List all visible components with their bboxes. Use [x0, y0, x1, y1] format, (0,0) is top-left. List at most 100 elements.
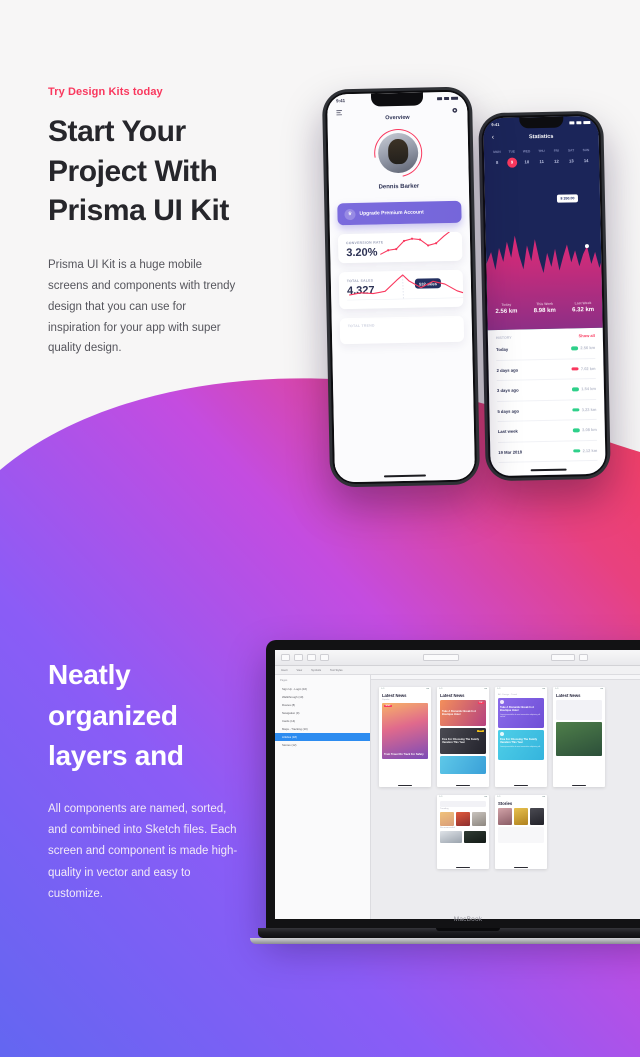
day-number: 10 — [524, 159, 530, 165]
layer-item[interactable]: Routes (8) — [275, 701, 370, 709]
phone2-screen: 9:41 ‹ Statistics MON 8 TUE 9 WED 10 THU 11 FRI 1… — [483, 115, 606, 477]
layer-item[interactable]: Navigation (9) — [275, 709, 370, 717]
total-sales-card[interactable]: TOTAL SALES 4.327 532 sales — [338, 269, 464, 310]
history-label: HISTORY — [495, 335, 512, 340]
artboard-comment-card — [498, 827, 544, 843]
trend-up-icon — [572, 428, 580, 432]
sketch-canvas[interactable]: 9:41 ▰▰ Latest News Popular NEWS Train Tr… — [371, 675, 640, 919]
phone1-status-icons — [437, 96, 459, 101]
history-row[interactable]: Today 2.56 km — [495, 337, 596, 361]
artboard-search-field — [440, 801, 486, 807]
artboard[interactable]: 9:41 ▰▰ Latest News TOP Take A Romantic B… — [437, 687, 489, 787]
thumbnail — [455, 812, 471, 826]
history-row-value: 2.56 km — [580, 345, 596, 351]
battery-icon — [451, 96, 459, 100]
layer-item[interactable]: Walkthrough (10) — [275, 693, 370, 701]
layers-panel[interactable]: Pages Sign Up - Login (16) Walkthrough (1… — [275, 675, 371, 919]
day-name: WED — [522, 149, 531, 154]
summary-stat-value: 8.98 km — [533, 307, 556, 315]
history-rows: Today 2.56 km 2 days ago 7.02 km 3 days ago 1… — [495, 337, 598, 464]
artboard-headline: Take A Romantic Break In A Boutique Hote… — [442, 710, 477, 717]
summary-stat: This Week 8.98 km — [534, 302, 556, 314]
artboard-thumb-row — [498, 808, 544, 825]
artboard-status-bar: 9:41 ▰▰ — [439, 796, 487, 798]
phone-mockup-overview: 9:41 Overview Dennis Barker ♛ Upgrade Pr… — [321, 86, 481, 488]
history-row-value-group: 7.02 km — [571, 366, 596, 372]
toolbar-button[interactable] — [320, 654, 329, 661]
sketch-menu-row[interactable]: Insert View Symbols Text Styles — [275, 666, 640, 675]
history-row[interactable]: Last week 3.08 km — [497, 419, 598, 443]
day-name: SAT — [567, 148, 575, 153]
history-row-value: 3.08 km — [582, 427, 597, 433]
toolbar-button[interactable] — [307, 654, 316, 661]
history-row[interactable]: 3 days ago 1.54 km — [496, 378, 597, 402]
menu-item-symbols[interactable]: Symbols — [311, 669, 321, 672]
toolbar-search-field[interactable] — [423, 654, 459, 661]
chart-tooltip: 8 350.00 — [556, 194, 579, 203]
layer-item[interactable]: Stories (12) — [275, 741, 370, 749]
day-selector-item[interactable]: TUE 9 — [506, 150, 518, 168]
wifi-icon — [444, 96, 450, 101]
thumbnail — [440, 831, 463, 843]
phone1-status-time: 9:41 — [336, 98, 346, 104]
menu-item-insert[interactable]: Insert — [281, 669, 288, 672]
toolbar-button[interactable] — [281, 654, 290, 661]
artboard-title: Stories — [498, 801, 513, 806]
artboard[interactable]: 9:41▰▰ Stories Stories #3 — [495, 795, 547, 869]
trend-card-label: TOTAL TREND — [347, 323, 375, 329]
artboard[interactable]: 9:41 ▰▰ Latest News Popular NEWS Train Tr… — [379, 687, 431, 787]
day-selector-item[interactable]: SUN 14 — [580, 148, 592, 166]
toolbar-button[interactable] — [294, 654, 303, 661]
history-row-date: 19 Mar 2018 — [498, 449, 523, 455]
history-row-value-group: 1.54 km — [571, 386, 596, 392]
show-all-link[interactable]: Show all — [579, 333, 595, 338]
laptop-lid: Insert View Symbols Text Styles Pages Si… — [266, 640, 640, 932]
artboard[interactable]: 9:41 ▰▰ All · Design · Travel Take A Roma… — [495, 687, 547, 787]
menu-item-view[interactable]: View — [297, 669, 303, 672]
layer-item[interactable]: Cards (14) — [275, 717, 370, 725]
history-row[interactable]: 19 Mar 2018 2.12 km — [498, 440, 598, 464]
history-row[interactable]: 5 days ago 3.23 km — [497, 399, 597, 423]
upgrade-premium-button[interactable]: ♛ Upgrade Premium Account — [337, 200, 462, 226]
signal-icon — [437, 97, 443, 101]
artboard-home-indicator — [456, 867, 470, 868]
day-selector-item[interactable]: SAT 13 — [565, 148, 577, 166]
day-selector-item[interactable]: THU 11 — [535, 149, 547, 167]
day-selector-item[interactable]: WED 10 — [521, 149, 533, 167]
toolbar-button[interactable] — [579, 654, 588, 661]
history-row[interactable]: 2 days ago 7.02 km — [496, 358, 596, 382]
thumbnail — [471, 812, 486, 826]
layer-item[interactable]: Articles (18) — [275, 733, 370, 741]
layer-item[interactable]: Sign Up - Login (16) — [275, 685, 370, 693]
phone1-screen: 9:41 Overview Dennis Barker ♛ Upgrade Pr… — [326, 91, 476, 483]
layer-item[interactable]: Maps - Tracking (10) — [275, 725, 370, 733]
history-row-value: 3.23 km — [581, 406, 597, 412]
menu-item-text-styles[interactable]: Text Styles — [330, 669, 343, 672]
artboard[interactable]: 9:41▰▰ Latest News Articles #6 — [553, 687, 605, 787]
day-name: SUN — [582, 148, 590, 153]
artboard[interactable]: 9:41 ▰▰ Trending Recommended — [437, 795, 489, 869]
artboard-home-indicator — [514, 785, 528, 786]
artboard-subtitle: Trending — [440, 808, 449, 810]
conversion-rate-card[interactable]: CONVERSION RATE 3.20% — [337, 231, 463, 264]
battery-icon — [583, 121, 591, 125]
thumbnail — [529, 808, 544, 825]
zoom-field[interactable] — [551, 654, 575, 661]
day-selector-item[interactable]: FRI 12 — [550, 149, 562, 167]
day-selector-item[interactable]: MON 8 — [491, 150, 503, 168]
artboard-news-card — [440, 756, 486, 774]
phone2-notch — [518, 116, 563, 129]
conversion-rate-sparkline — [380, 231, 453, 255]
day-selector[interactable]: MON 8 TUE 9 WED 10 THU 11 FRI 12 SAT 13 SUN 14 — [484, 139, 600, 168]
history-row-date: 3 days ago — [496, 387, 519, 394]
layers-list[interactable]: Sign Up - Login (16) Walkthrough (10) Rout… — [275, 685, 370, 749]
sketch-toolbar[interactable] — [275, 650, 640, 666]
signal-icon — [569, 121, 575, 125]
day-name: TUE — [508, 149, 516, 154]
artboard-subtitle: Recommended — [440, 827, 455, 829]
artboard-feature-card: Five For Choosing The Family Vacation Th… — [498, 730, 544, 760]
avatar — [364, 119, 432, 187]
user-name: Dennis Barker — [378, 183, 420, 191]
history-row-value: 2.12 km — [582, 447, 598, 453]
artboard-excerpt: Lorem ipsum dolor sit amet consectetur a… — [500, 713, 541, 719]
